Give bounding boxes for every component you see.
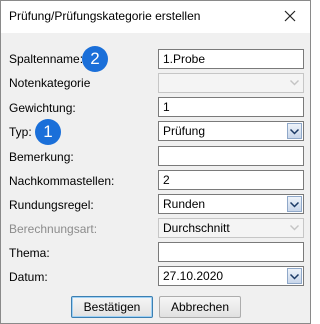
chevron-down-icon bbox=[289, 267, 300, 285]
spaltenname-label: Spaltenname: bbox=[9, 52, 84, 66]
badge-two: 2 bbox=[82, 46, 108, 72]
dialog-title: Prüfung/Prüfungskategorie erstellen bbox=[9, 9, 201, 23]
thema-label: Thema: bbox=[9, 246, 50, 260]
thema-input[interactable] bbox=[158, 242, 304, 262]
datum-value: 27.10.2020 bbox=[163, 269, 224, 283]
chevron-down-icon bbox=[289, 195, 300, 213]
datum-picker[interactable]: 27.10.2020 bbox=[158, 266, 304, 286]
berechnungsart-value: Durchschnitt bbox=[163, 221, 230, 235]
berechnungsart-select: Durchschnitt bbox=[158, 218, 304, 238]
title-bar: Prüfung/Prüfungskategorie erstellen bbox=[1, 1, 310, 33]
notenkategorie-label: Notenkategorie bbox=[9, 76, 91, 90]
bemerkung-input[interactable] bbox=[158, 146, 304, 166]
chevron-down-icon bbox=[289, 122, 300, 140]
nachkommastellen-input[interactable]: 2 bbox=[158, 170, 304, 190]
chevron-down-icon bbox=[288, 221, 300, 235]
confirm-button[interactable]: Bestätigen bbox=[71, 296, 153, 318]
close-button[interactable] bbox=[278, 5, 302, 29]
typ-label: Typ: bbox=[9, 125, 32, 139]
typ-dropdown-button[interactable] bbox=[287, 123, 302, 139]
gewichtung-input[interactable]: 1 bbox=[158, 97, 304, 117]
notenkategorie-select bbox=[158, 73, 304, 93]
chevron-down-icon bbox=[288, 76, 300, 90]
bemerkung-label: Bemerkung: bbox=[9, 150, 74, 164]
dialog-window: Prüfung/Prüfungskategorie erstellen Spal… bbox=[0, 0, 311, 324]
berechnungsart-label: Berechnungsart: bbox=[9, 222, 98, 236]
datum-dropdown-button[interactable] bbox=[287, 268, 302, 284]
gewichtung-label: Gewichtung: bbox=[9, 101, 76, 115]
typ-value: Prüfung bbox=[163, 124, 206, 138]
spaltenname-input[interactable]: 1.Probe bbox=[158, 49, 304, 69]
badge-one: 1 bbox=[35, 119, 61, 145]
cancel-button[interactable]: Abbrechen bbox=[159, 296, 241, 318]
close-icon bbox=[284, 10, 296, 25]
nachkommastellen-label: Nachkommastellen: bbox=[9, 174, 115, 188]
rundungsregel-label: Rundungsregel: bbox=[9, 198, 94, 212]
datum-label: Datum: bbox=[9, 270, 48, 284]
typ-select[interactable]: Prüfung bbox=[158, 121, 304, 141]
rundungsregel-dropdown-button[interactable] bbox=[287, 196, 302, 212]
rundungsregel-value: Runden bbox=[163, 197, 206, 211]
rundungsregel-select[interactable]: Runden bbox=[158, 194, 304, 214]
